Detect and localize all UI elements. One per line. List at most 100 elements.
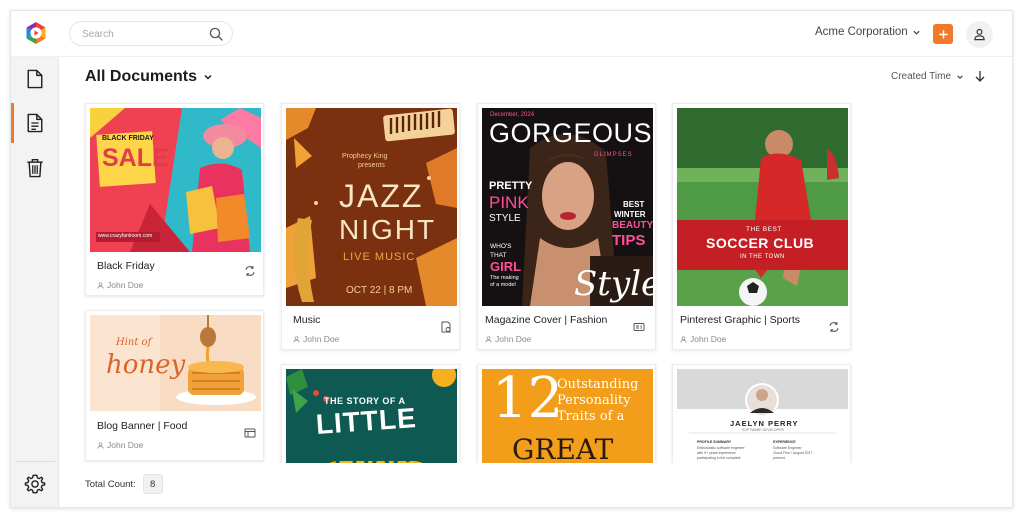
search-icon[interactable] (209, 27, 223, 41)
organization-switcher[interactable]: Acme Corporation (815, 26, 921, 38)
thumb-sec1: PROFILE SUMMARY (697, 440, 732, 444)
document-thumbnail: December, 2024 GORGEOUS GLIMPSES PRETTY … (482, 108, 653, 306)
sidebar-item-settings[interactable] (11, 462, 59, 506)
thumb-p3: participating in the complete (697, 456, 741, 460)
document-owner: John Doe (293, 334, 339, 344)
document-owner-name: John Doe (303, 334, 340, 344)
app-window: Acme Corporation (10, 10, 1013, 508)
thumb-line2: Personality (557, 393, 631, 408)
document-owner: John Doe (680, 334, 726, 344)
page-title: All Documents (85, 68, 198, 85)
top-bar: Acme Corporation (11, 11, 1012, 57)
thumb-date: OCT 22 | 8 PM (346, 285, 413, 296)
thumb-e3: present (773, 456, 785, 460)
document-card[interactable]: Prophecy King presents JAZZ NIGHT LIVE M… (281, 103, 460, 350)
thumb-headline: SALE (102, 144, 169, 172)
thumb-hint: Hint of (116, 337, 152, 348)
sort-field-dropdown[interactable]: Created Time (891, 71, 964, 82)
thumb-e2: Cloud Firm / August 2017 - (773, 451, 815, 455)
thumb-beauty: BEAUTY (612, 220, 653, 231)
thumb-headline: honey (106, 350, 186, 380)
thumb-presents: presents (358, 162, 385, 169)
thumb-making1: The making (490, 275, 519, 281)
document-name: Music (293, 314, 321, 326)
document-thumbnail: 12 Outstanding Personality Traits of a G… (482, 369, 653, 463)
document-owner: John Doe (97, 280, 143, 290)
trash-icon (27, 159, 43, 178)
user-icon (485, 335, 492, 343)
thumb-making2: of a model (490, 282, 516, 288)
document-owner-name: John Doe (107, 280, 144, 290)
thumb-masthead: GORGEOUS (489, 118, 653, 148)
footer: Total Count: 8 (85, 474, 163, 494)
app-logo[interactable] (24, 21, 48, 45)
thumb-tips: TIPS (612, 232, 646, 249)
settings-icon (24, 474, 46, 494)
thumb-best: BEST (623, 200, 645, 209)
thumb-e1: Software Engineer (773, 446, 802, 450)
document-card[interactable]: JAELYN PERRY SOFTWARE DEVELOPER PROFILE … (672, 364, 851, 463)
user-icon (974, 28, 985, 41)
create-document-button[interactable] (933, 24, 953, 44)
thumb-pretty: PRETTY (489, 180, 533, 192)
thumb-line3: Traits of a (557, 409, 625, 424)
thumb-number: 12 (492, 369, 564, 431)
sort-direction-icon[interactable] (973, 69, 987, 83)
thumb-presenter: Prophecy King (342, 153, 388, 160)
documents-grid: BLACK FRIDAY SALE www.crazyfanlroom.com … (59, 95, 1012, 463)
document-owner-name: John Doe (107, 440, 144, 450)
search-input[interactable] (82, 26, 202, 42)
document-thumbnail: Hint of honey (90, 315, 261, 411)
organization-name: Acme Corporation (815, 26, 908, 38)
search-box (69, 21, 233, 46)
user-icon (97, 441, 104, 449)
document-card[interactable]: BLACK FRIDAY SALE www.crazyfanlroom.com … (85, 103, 264, 296)
thumb-post: IN THE TOWN (740, 254, 785, 260)
thumb-line1: JAZZ (339, 178, 424, 214)
thumb-line2: NIGHT (339, 214, 437, 245)
banner-layout-icon (244, 428, 256, 438)
document-card[interactable]: 12 Outstanding Personality Traits of a G… (477, 364, 656, 463)
document-card[interactable]: Hint of honey Blog Banner | Food John Do… (85, 310, 264, 461)
thumb-winter: WINTER (614, 210, 646, 219)
thumb-whos: WHO'S (490, 243, 512, 250)
document-text-icon (27, 113, 43, 133)
document-thumbnail: JAELYN PERRY SOFTWARE DEVELOPER PROFILE … (677, 369, 848, 463)
thumb-that: THAT (490, 252, 507, 259)
thumbnail-image (677, 108, 848, 306)
sidebar-item-trash[interactable] (11, 146, 59, 190)
thumb-p2: with 5+ years experience (697, 451, 736, 455)
document-thumbnail: Prophecy King presents JAZZ NIGHT LIVE M… (286, 108, 457, 306)
document-badge-icon (441, 321, 451, 333)
thumb-girl: GIRL (490, 259, 522, 274)
document-thumbnail: THE BEST SOCCER CLUB IN THE TOWN (677, 108, 848, 306)
total-count-label: Total Count: (85, 478, 136, 490)
document-name: Black Friday (97, 260, 155, 272)
document-card[interactable]: THE STORY OF A LITTLE FROG (281, 364, 460, 463)
thumb-tag: BLACK FRIDAY (102, 135, 154, 142)
template-sync-icon (245, 266, 255, 276)
id-card-icon (633, 323, 645, 331)
thumb-headline: GREAT (512, 433, 614, 463)
thumb-sec2: EXPERIENCE (773, 440, 796, 444)
document-card[interactable]: THE BEST SOCCER CLUB IN THE TOWN Pintere… (672, 103, 851, 350)
thumb-role: SOFTWARE DEVELOPER (742, 428, 785, 432)
document-name: Magazine Cover | Fashion (485, 314, 608, 326)
document-name: Blog Banner | Food (97, 420, 188, 432)
document-owner: John Doe (485, 334, 531, 344)
thumb-pink: PINK (489, 193, 529, 212)
document-thumbnail: BLACK FRIDAY SALE www.crazyfanlroom.com (90, 108, 261, 252)
thumb-line3: FROG (334, 451, 413, 463)
document-owner: John Doe (97, 440, 143, 450)
thumb-person: JAELYN PERRY (730, 419, 799, 428)
document-name: Pinterest Graphic | Sports (680, 314, 801, 326)
sidebar-item-documents[interactable] (11, 101, 59, 145)
document-card[interactable]: December, 2024 GORGEOUS GLIMPSES PRETTY … (477, 103, 656, 350)
user-icon (97, 281, 104, 289)
chevron-down-icon (913, 30, 920, 35)
chevron-down-icon (957, 74, 963, 79)
documents-filter-dropdown[interactable]: All Documents (85, 68, 213, 86)
sidebar-item-files[interactable] (11, 57, 59, 101)
user-avatar-button[interactable] (966, 21, 993, 48)
thumb-script: Style (574, 264, 653, 304)
